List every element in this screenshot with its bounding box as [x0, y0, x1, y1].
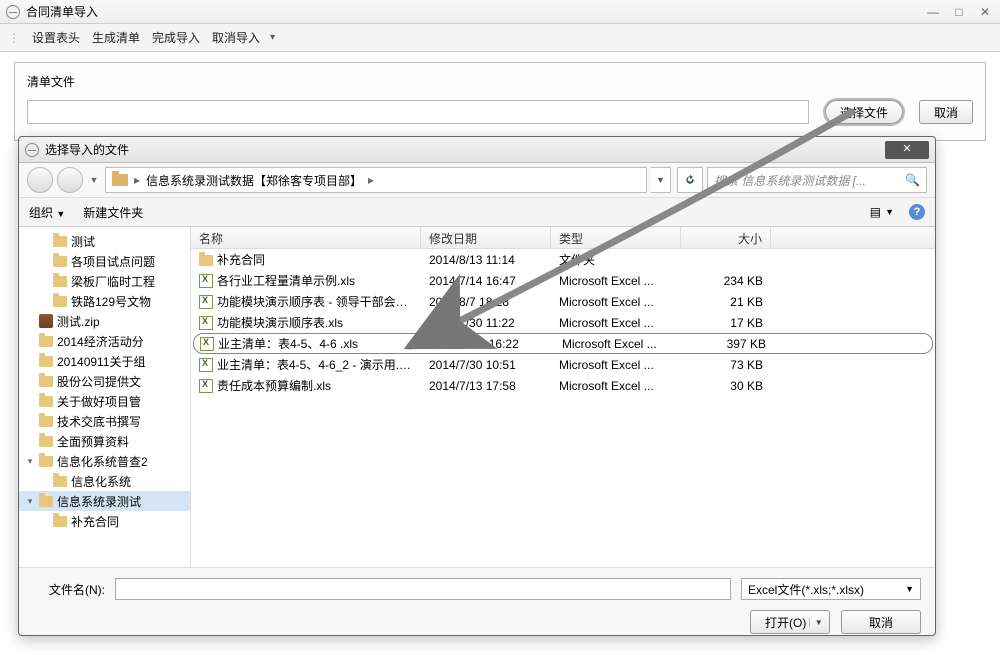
tree-item[interactable]: 补充合同	[19, 511, 190, 531]
toolbar-cancel[interactable]: 取消导入	[208, 26, 264, 49]
dialog-titlebar: 选择导入的文件 ✕	[19, 137, 935, 163]
filename-label: 文件名(N):	[33, 581, 105, 598]
folder-icon	[53, 276, 67, 287]
folder-icon	[39, 376, 53, 387]
folder-icon	[53, 236, 67, 247]
main-toolbar: ⋮ 设置表头 生成清单 完成导入 取消导入 ▾	[0, 24, 1000, 52]
folder-icon	[39, 496, 53, 507]
tree-item[interactable]: ▾信息化系统普查2	[19, 451, 190, 471]
panel-title: 清单文件	[27, 73, 973, 90]
breadcrumb[interactable]: ▸ 信息系统录测试数据【郑徐客专项目部】 ▸	[105, 167, 647, 193]
refresh-button[interactable]	[677, 167, 703, 193]
dialog-icon	[25, 143, 39, 157]
folder-icon	[39, 416, 53, 427]
tree-item[interactable]: ▾信息系统录测试	[19, 491, 190, 511]
choose-file-button[interactable]: 选择文件	[825, 100, 903, 124]
col-size[interactable]: 大小	[681, 227, 771, 248]
folder-icon	[39, 456, 53, 467]
file-row[interactable]: 业主清单：表4-5、4-6 .xls2014/7/14 16:22Microso…	[193, 333, 933, 354]
xls-icon	[199, 379, 213, 393]
chevron-right-icon: ▸	[368, 173, 374, 187]
help-icon[interactable]: ?	[909, 204, 925, 220]
breadcrumb-folder-icon	[112, 174, 128, 186]
folder-tree[interactable]: 测试各项目试点问题梁板厂临时工程铁路129号文物测试.zip2014经济活动分2…	[19, 227, 191, 567]
toolbar-overflow-icon[interactable]: ▾	[270, 32, 275, 43]
tree-item[interactable]: 20140911关于组	[19, 351, 190, 371]
col-type[interactable]: 类型	[551, 227, 681, 248]
file-row[interactable]: 功能模块演示顺序表.xls2014/7/30 11:22Microsoft Ex…	[191, 312, 935, 333]
folder-icon	[199, 255, 213, 266]
search-input[interactable]: 搜索 信息系统录测试数据 [... 🔍	[707, 167, 927, 193]
folder-icon	[39, 336, 53, 347]
tree-item[interactable]: 2014经济活动分	[19, 331, 190, 351]
folder-icon	[53, 516, 67, 527]
nav-history-dropdown[interactable]: ▼	[87, 167, 101, 193]
folder-icon	[53, 296, 67, 307]
file-panel: 清单文件 选择文件 取消	[14, 62, 986, 141]
nav-forward-button[interactable]	[57, 167, 83, 193]
view-mode-button[interactable]: ▤▼	[865, 202, 899, 222]
main-titlebar: 合同清单导入 — □ ✕	[0, 0, 1000, 24]
file-type-filter[interactable]: Excel文件(*.xls;*.xlsx)▼	[741, 578, 921, 600]
file-list-header: 名称 修改日期 类型 大小	[191, 227, 935, 249]
folder-icon	[39, 356, 53, 367]
dialog-toolbar: 组织 ▼ 新建文件夹 ▤▼ ?	[19, 197, 935, 227]
dialog-footer: 文件名(N): Excel文件(*.xls;*.xlsx)▼ 打开(O) 取消	[19, 567, 935, 644]
col-date[interactable]: 修改日期	[421, 227, 551, 248]
file-list[interactable]: 名称 修改日期 类型 大小 补充合同2014/8/13 11:14文件夹各行业工…	[191, 227, 935, 567]
filename-input[interactable]	[115, 578, 731, 600]
search-placeholder: 搜索 信息系统录测试数据 [...	[714, 172, 866, 189]
close-button[interactable]: ✕	[976, 5, 994, 19]
folder-icon	[39, 436, 53, 447]
file-row[interactable]: 责任成本预算编制.xls2014/7/13 17:58Microsoft Exc…	[191, 375, 935, 396]
app-icon	[6, 5, 20, 19]
tree-item[interactable]: 各项目试点问题	[19, 251, 190, 271]
breadcrumb-segment[interactable]: 信息系统录测试数据【郑徐客专项目部】	[146, 172, 362, 189]
file-row[interactable]: 补充合同2014/8/13 11:14文件夹	[191, 249, 935, 270]
open-button[interactable]: 打开(O)	[750, 610, 830, 634]
dialog-nav: ▼ ▸ 信息系统录测试数据【郑徐客专项目部】 ▸ ▼ 搜索 信息系统录测试数据 …	[19, 163, 935, 197]
main-title: 合同清单导入	[26, 3, 98, 20]
xls-icon	[199, 295, 213, 309]
tree-item[interactable]: 技术交底书撰写	[19, 411, 190, 431]
file-path-input[interactable]	[27, 100, 809, 124]
file-row[interactable]: 业主清单：表4-5、4-6_2 - 演示用.xls2014/7/30 10:51…	[191, 354, 935, 375]
nav-back-button[interactable]	[27, 167, 53, 193]
tree-item[interactable]: 梁板厂临时工程	[19, 271, 190, 291]
file-row[interactable]: 各行业工程量清单示例.xls2014/7/14 16:47Microsoft E…	[191, 270, 935, 291]
main-cancel-button[interactable]: 取消	[919, 100, 973, 124]
file-row[interactable]: 功能模块演示顺序表 - 领导干部会演示用.2014/8/7 18:28Micro…	[191, 291, 935, 312]
dialog-cancel-button[interactable]: 取消	[841, 610, 921, 634]
search-icon: 🔍	[905, 173, 920, 187]
zip-icon	[39, 314, 53, 328]
toolbar-generate[interactable]: 生成清单	[88, 26, 144, 49]
folder-icon	[53, 476, 67, 487]
tree-item[interactable]: 测试	[19, 231, 190, 251]
folder-icon	[39, 396, 53, 407]
file-open-dialog: 选择导入的文件 ✕ ▼ ▸ 信息系统录测试数据【郑徐客专项目部】 ▸ ▼ 搜索 …	[18, 136, 936, 636]
new-folder-button[interactable]: 新建文件夹	[83, 204, 143, 221]
organize-button[interactable]: 组织 ▼	[29, 204, 65, 221]
xls-icon	[199, 316, 213, 330]
xls-icon	[199, 358, 213, 372]
tree-item[interactable]: 股份公司提供文	[19, 371, 190, 391]
maximize-button[interactable]: □	[950, 5, 968, 19]
toolbar-finish[interactable]: 完成导入	[148, 26, 204, 49]
tree-item[interactable]: 铁路129号文物	[19, 291, 190, 311]
xls-icon	[200, 337, 214, 351]
chevron-right-icon: ▸	[134, 173, 140, 187]
col-name[interactable]: 名称	[191, 227, 421, 248]
dialog-close-button[interactable]: ✕	[885, 141, 929, 159]
tree-item[interactable]: 关于做好项目管	[19, 391, 190, 411]
tree-item[interactable]: 测试.zip	[19, 311, 190, 331]
dialog-title: 选择导入的文件	[45, 141, 129, 158]
xls-icon	[199, 274, 213, 288]
breadcrumb-dropdown[interactable]: ▼	[651, 167, 671, 193]
toolbar-set-header[interactable]: 设置表头	[28, 26, 84, 49]
tree-item[interactable]: 全面预算资料	[19, 431, 190, 451]
tree-item[interactable]: 信息化系统	[19, 471, 190, 491]
folder-icon	[53, 256, 67, 267]
minimize-button[interactable]: —	[924, 5, 942, 19]
